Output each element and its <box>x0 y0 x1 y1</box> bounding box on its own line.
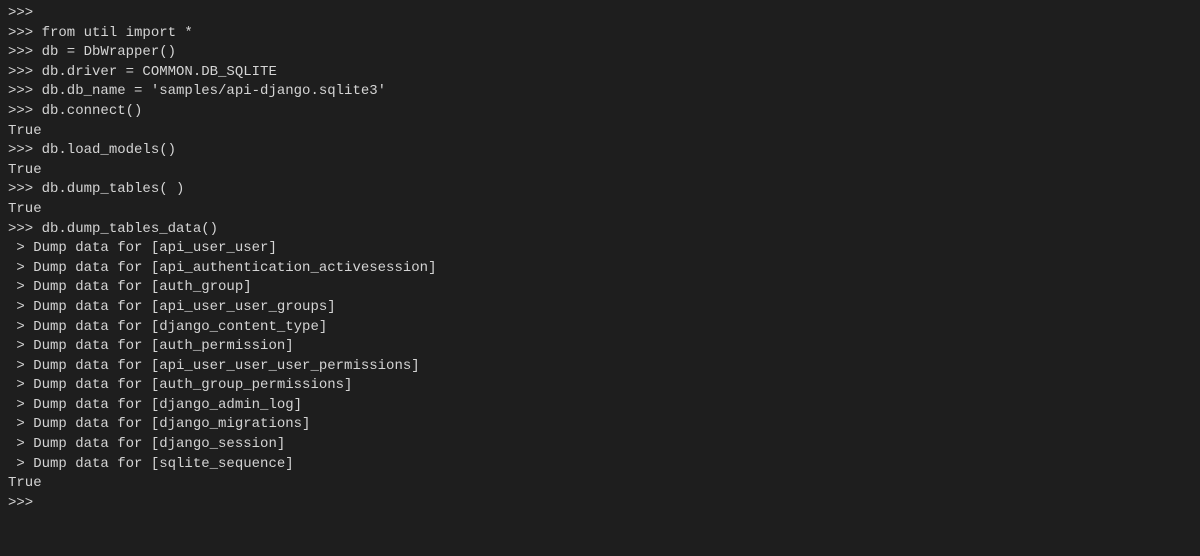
terminal-output[interactable]: >>>>>> from util import *>>> db = DbWrap… <box>8 4 1192 513</box>
terminal-line: >>> <box>8 494 1192 514</box>
terminal-line: True <box>8 474 1192 494</box>
terminal-line: >>> db.connect() <box>8 102 1192 122</box>
terminal-line: > Dump data for [api_user_user_groups] <box>8 298 1192 318</box>
terminal-line: > Dump data for [auth_group] <box>8 278 1192 298</box>
terminal-line: > Dump data for [sqlite_sequence] <box>8 455 1192 475</box>
terminal-line: >>> db.dump_tables( ) <box>8 180 1192 200</box>
terminal-line: > Dump data for [api_user_user_user_perm… <box>8 357 1192 377</box>
terminal-line: True <box>8 200 1192 220</box>
terminal-line: > Dump data for [django_content_type] <box>8 318 1192 338</box>
terminal-line: >>> db.dump_tables_data() <box>8 220 1192 240</box>
terminal-line: >>> db = DbWrapper() <box>8 43 1192 63</box>
terminal-line: >>> db.db_name = 'samples/api-django.sql… <box>8 82 1192 102</box>
terminal-line: > Dump data for [auth_permission] <box>8 337 1192 357</box>
terminal-line: > Dump data for [api_user_user] <box>8 239 1192 259</box>
terminal-line: > Dump data for [django_admin_log] <box>8 396 1192 416</box>
terminal-line: >>> db.driver = COMMON.DB_SQLITE <box>8 63 1192 83</box>
terminal-line: > Dump data for [auth_group_permissions] <box>8 376 1192 396</box>
terminal-line: > Dump data for [api_authentication_acti… <box>8 259 1192 279</box>
terminal-line: True <box>8 122 1192 142</box>
terminal-line: True <box>8 161 1192 181</box>
terminal-line: >>> <box>8 4 1192 24</box>
terminal-line: > Dump data for [django_migrations] <box>8 415 1192 435</box>
terminal-line: > Dump data for [django_session] <box>8 435 1192 455</box>
terminal-line: >>> db.load_models() <box>8 141 1192 161</box>
terminal-line: >>> from util import * <box>8 24 1192 44</box>
